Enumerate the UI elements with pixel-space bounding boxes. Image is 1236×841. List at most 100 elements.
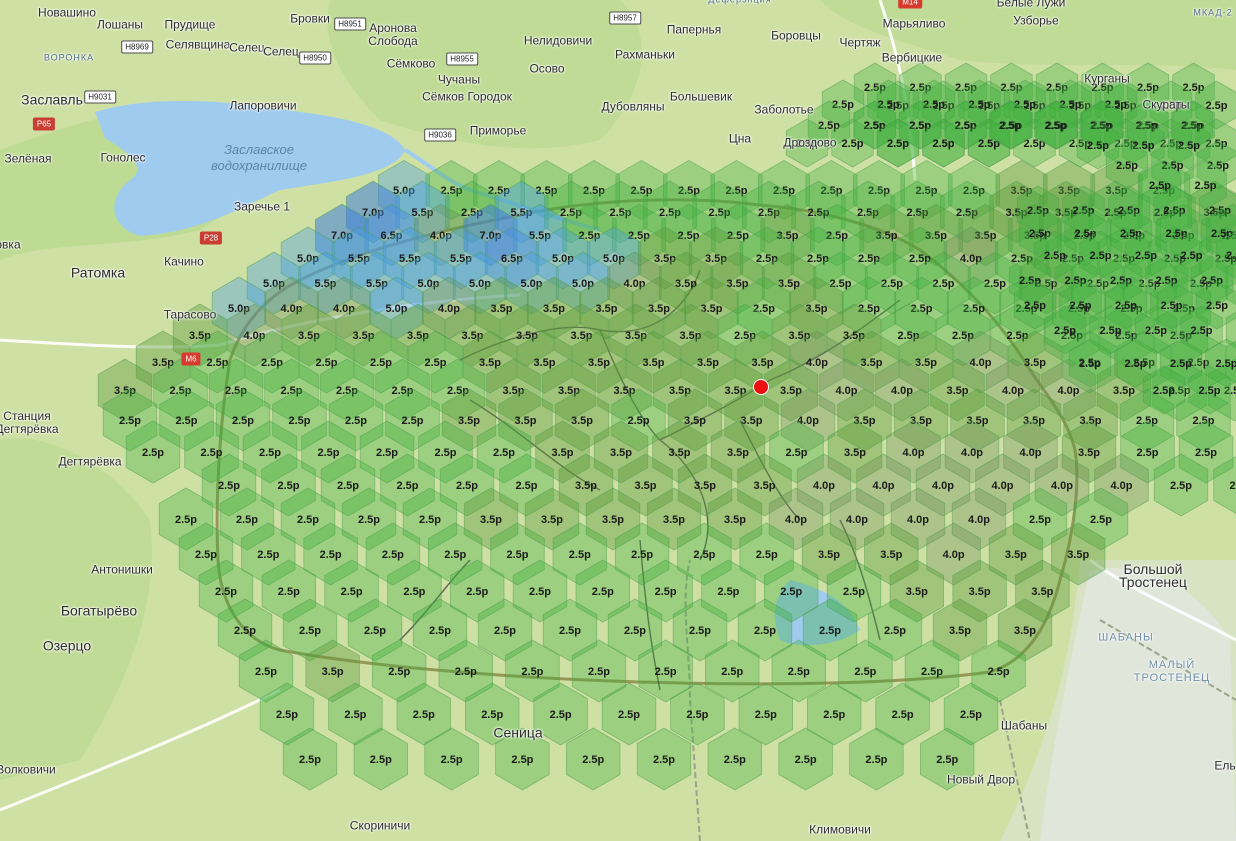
price-hex-label: 2.5р xyxy=(396,480,418,492)
price-hex-label: 4.0р xyxy=(813,480,835,492)
place-label-bolshevik: Большевик xyxy=(669,89,733,104)
price-hex-label: 3.5р xyxy=(753,480,775,492)
price-hex-label: 2.5р xyxy=(788,666,810,678)
price-hex-label: 2.5р xyxy=(1099,325,1121,337)
place-label-chertyazh: Чертяж xyxy=(839,35,881,50)
road-badge-n8969: Н8969 xyxy=(121,40,153,54)
place-label-drozdovo: Дроздово xyxy=(783,135,837,150)
place-label-semkov-gorodok: Сёмков Городок xyxy=(422,89,512,104)
price-hex-label: 4.0р xyxy=(961,447,983,459)
place-label-brovki: Бровки xyxy=(290,11,330,26)
price-hex-label: 2.5р xyxy=(755,709,777,721)
price-hex-label: 3.5р xyxy=(880,549,902,561)
price-hex-label: 2.5р xyxy=(382,549,404,561)
price-hex-label: 2.5р xyxy=(1079,358,1101,370)
price-hex-label: 4.0р xyxy=(846,514,868,526)
price-hex-label: 2.5р xyxy=(175,514,197,526)
price-hex-label: 3.5р xyxy=(697,357,719,369)
road-badge-n8955: Н8955 xyxy=(446,52,478,66)
price-hex-label: 3.5р xyxy=(1014,625,1036,637)
price-hex-label: 3.5р xyxy=(860,357,882,369)
place-label-skuraty: Скураты xyxy=(1142,97,1190,112)
price-hex-label: 3.5р xyxy=(514,415,536,427)
price-hex-label: 2.5р xyxy=(724,754,746,766)
map-view[interactable]: 5.0р 2.5р 2.5р 2.5р 2.5р 2.5р 2.5р 2.5р 2.5р 2.5р… xyxy=(0,0,1236,841)
price-hex-label: 2.5р xyxy=(257,549,279,561)
price-hex-label: 2.5р xyxy=(276,709,298,721)
price-hex-label: 2.5р xyxy=(259,447,281,459)
place-label-skorinichi: Скориничи xyxy=(349,818,411,833)
price-hex-label: 2.5р xyxy=(341,586,363,598)
price-hex-label: 2.5р xyxy=(345,415,367,427)
price-hex-label: 2.5р xyxy=(689,625,711,637)
price-hex-label: 2.5р xyxy=(344,709,366,721)
price-hex-label: 2.5р xyxy=(936,754,958,766)
price-hex-label: 3.5р xyxy=(1113,385,1135,397)
price-hex-label: 3.5р xyxy=(602,514,624,526)
place-label-antonishki: Антонишки xyxy=(91,562,153,577)
price-hex-label: 2.5р xyxy=(1044,120,1066,132)
price-hex-label: 3.5р xyxy=(541,514,563,526)
price-hex-label: 2.5р xyxy=(841,138,863,150)
price-hex-label: 3.5р xyxy=(571,415,593,427)
place-label-shabany-district: ШАБАНЫ xyxy=(1098,631,1154,644)
price-hex-label: 2.5р xyxy=(218,480,240,492)
price-hex-label: 2.5р xyxy=(277,480,299,492)
price-hex-label: 3.5р xyxy=(1067,549,1089,561)
price-hex-label: 2.5р xyxy=(1190,325,1212,337)
road-badge-n8951: Н8951 xyxy=(334,17,366,31)
place-label-gonoles: Гонолес xyxy=(100,150,146,165)
road-badge-n9036: Н9036 xyxy=(424,128,456,142)
price-hex-label: 2.5р xyxy=(1198,385,1220,397)
price-hex-label: 3.5р xyxy=(1005,549,1027,561)
price-hex-label: 3.5р xyxy=(610,447,632,459)
price-hex-label: 2.5р xyxy=(569,549,591,561)
price-hex-label: 2.5р xyxy=(693,549,715,561)
price-hex-label: 2.5р xyxy=(785,447,807,459)
price-hex-label: 4.0р xyxy=(1002,385,1024,397)
price-hex-label: 4.0р xyxy=(968,514,990,526)
price-hex-label: 2.5р xyxy=(1054,325,1076,337)
price-hex-label: 2.5р xyxy=(655,586,677,598)
place-label-laporovichi: Лапоровичи xyxy=(229,98,297,113)
place-label-belye-luzhi: Белые Лужи xyxy=(996,0,1066,10)
place-label-selyavshchina: Селявщина xyxy=(165,37,231,52)
price-hex-label: 4.0р xyxy=(1019,447,1041,459)
price-hex-label: 2.5р xyxy=(921,666,943,678)
price-hex-label: 3.5р xyxy=(818,549,840,561)
place-label-nelidovichi: Нелидовичи xyxy=(523,33,593,48)
price-hex-label: 2.5р xyxy=(413,709,435,721)
price-hex-label: 2.5р xyxy=(494,625,516,637)
price-hex-label: 2.5р xyxy=(559,625,581,637)
price-hex-label: 2.5р xyxy=(317,447,339,459)
place-label-shabany: Шабаны xyxy=(1000,718,1048,733)
price-hex-label: 2.5р xyxy=(627,415,649,427)
price-hex-label: 2.5р xyxy=(1170,358,1192,370)
price-hex-label: 3.5р xyxy=(727,447,749,459)
price-hex-label: 3.5р xyxy=(533,357,555,369)
price-hex-label: 2.5р xyxy=(631,549,653,561)
place-label-zelenaya: Зелёная xyxy=(4,151,52,166)
price-hex-label: 4.0р xyxy=(1051,480,1073,492)
price-hex-label: 2.5р xyxy=(1215,358,1236,370)
place-label-zarechye: Заречье 1 xyxy=(233,199,291,214)
price-hex-label: 2.5р xyxy=(795,754,817,766)
price-hex-label: 3.5р xyxy=(694,480,716,492)
price-hex-label: 2.5р xyxy=(780,586,802,598)
place-label-selets2: Селец xyxy=(263,44,299,59)
price-hex-label: 2.5р xyxy=(299,754,321,766)
place-label-stantsiya-degtyarevka: Станция Дегтярёвка xyxy=(0,409,59,436)
price-hex-label: 3.5р xyxy=(949,625,971,637)
place-label-voronka: ВОРОНКА xyxy=(43,52,95,63)
price-hex-label: 3.5р xyxy=(1078,447,1100,459)
price-hex-label: 2.5р xyxy=(370,754,392,766)
price-hex-label: 3.5р xyxy=(480,514,502,526)
price-hex-label: 2.5р xyxy=(506,549,528,561)
current-location-marker[interactable] xyxy=(753,379,769,395)
road-badge-n8950: Н8950 xyxy=(299,51,331,65)
place-label-zaslavl: Заславль xyxy=(21,91,83,108)
price-hex-label: 2.5р xyxy=(1044,250,1066,262)
road-badge-r28: Р28 xyxy=(199,231,223,245)
price-hex-label: 2.5р xyxy=(401,415,423,427)
price-hex-label: 2.5р xyxy=(592,586,614,598)
